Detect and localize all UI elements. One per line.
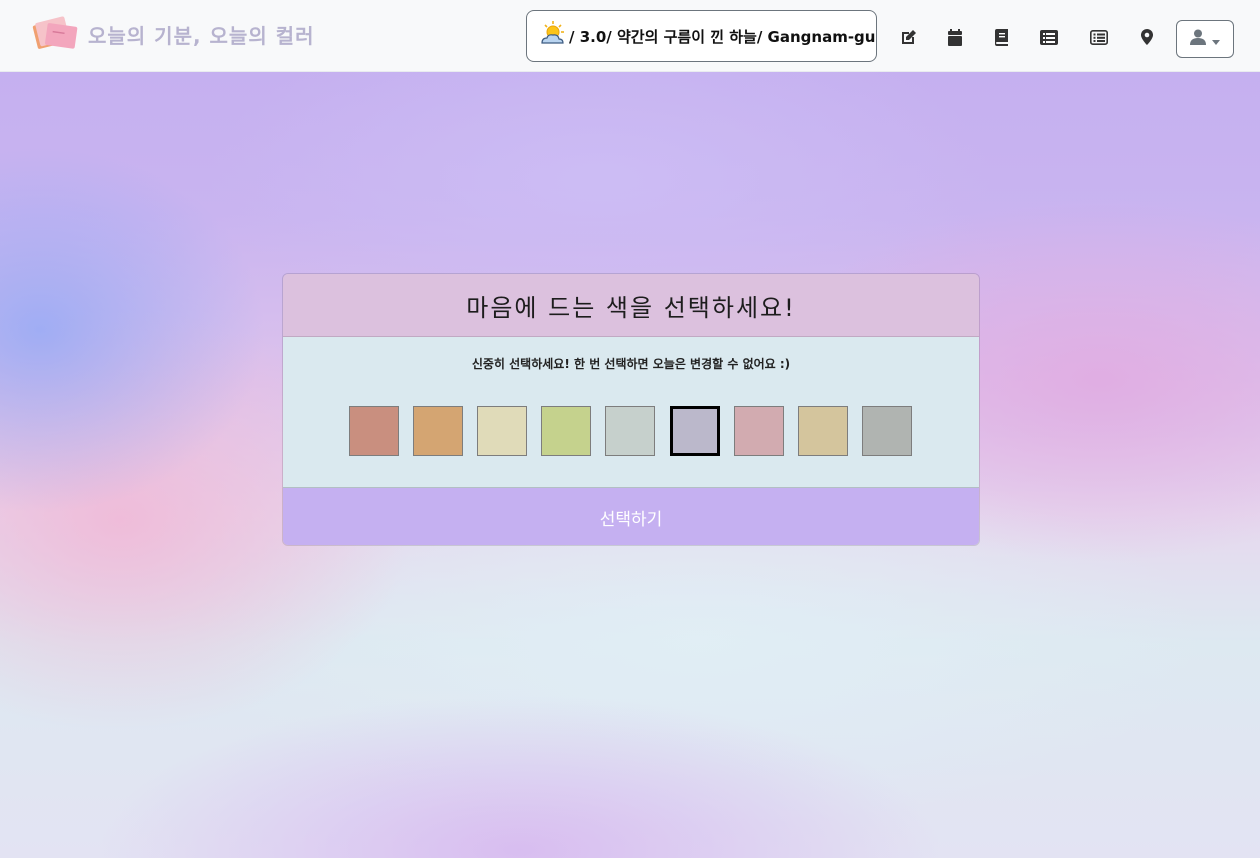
- user-menu-button[interactable]: [1176, 20, 1234, 58]
- color-swatch[interactable]: [477, 406, 527, 456]
- notebook-logo-icon: [32, 15, 80, 53]
- brand-title: 오늘의 기분, 오늘의 컬러: [88, 23, 315, 48]
- color-swatch[interactable]: [670, 406, 720, 456]
- edit-icon[interactable]: [899, 28, 917, 46]
- list-icon[interactable]: [1090, 28, 1108, 46]
- chevron-down-icon: [1212, 30, 1220, 49]
- weather-widget: / 3.0/ 약간의 구름이 낀 하늘/ Gangnam-gu: [526, 10, 877, 62]
- color-swatch[interactable]: [798, 406, 848, 456]
- sun-behind-cloud-icon: [537, 19, 567, 53]
- calendar-icon[interactable]: [946, 28, 964, 46]
- top-navbar: 오늘의 기분, 오늘의 컬러 / 3.0/ 약간의 구름이 낀 하늘/ Gang…: [0, 0, 1260, 72]
- brand-link[interactable]: 오늘의 기분, 오늘의 컬러: [32, 14, 315, 54]
- book-icon[interactable]: [992, 28, 1010, 46]
- list-alt-icon[interactable]: [1040, 28, 1058, 46]
- select-button[interactable]: 선택하기: [283, 488, 979, 545]
- color-swatch[interactable]: [349, 406, 399, 456]
- color-select-card: 마음에 드는 색을 선택하세요! 신중히 선택하세요! 한 번 선택하면 오늘은…: [282, 273, 980, 546]
- card-header: 마음에 드는 색을 선택하세요!: [283, 274, 979, 337]
- card-title: 마음에 드는 색을 선택하세요!: [466, 293, 796, 322]
- color-swatch[interactable]: [734, 406, 784, 456]
- color-swatch[interactable]: [605, 406, 655, 456]
- color-swatch[interactable]: [541, 406, 591, 456]
- weather-text: / 3.0/ 약간의 구름이 낀 하늘/ Gangnam-gu: [569, 27, 876, 46]
- map-marker-icon[interactable]: [1138, 28, 1156, 46]
- card-body: 신중히 선택하세요! 한 번 선택하면 오늘은 변경할 수 없어요 :): [283, 337, 979, 488]
- color-swatch[interactable]: [862, 406, 912, 456]
- color-swatch[interactable]: [413, 406, 463, 456]
- selection-notice: 신중히 선택하세요! 한 번 선택하면 오늘은 변경할 수 없어요 :): [471, 357, 791, 371]
- user-icon: [1190, 29, 1206, 49]
